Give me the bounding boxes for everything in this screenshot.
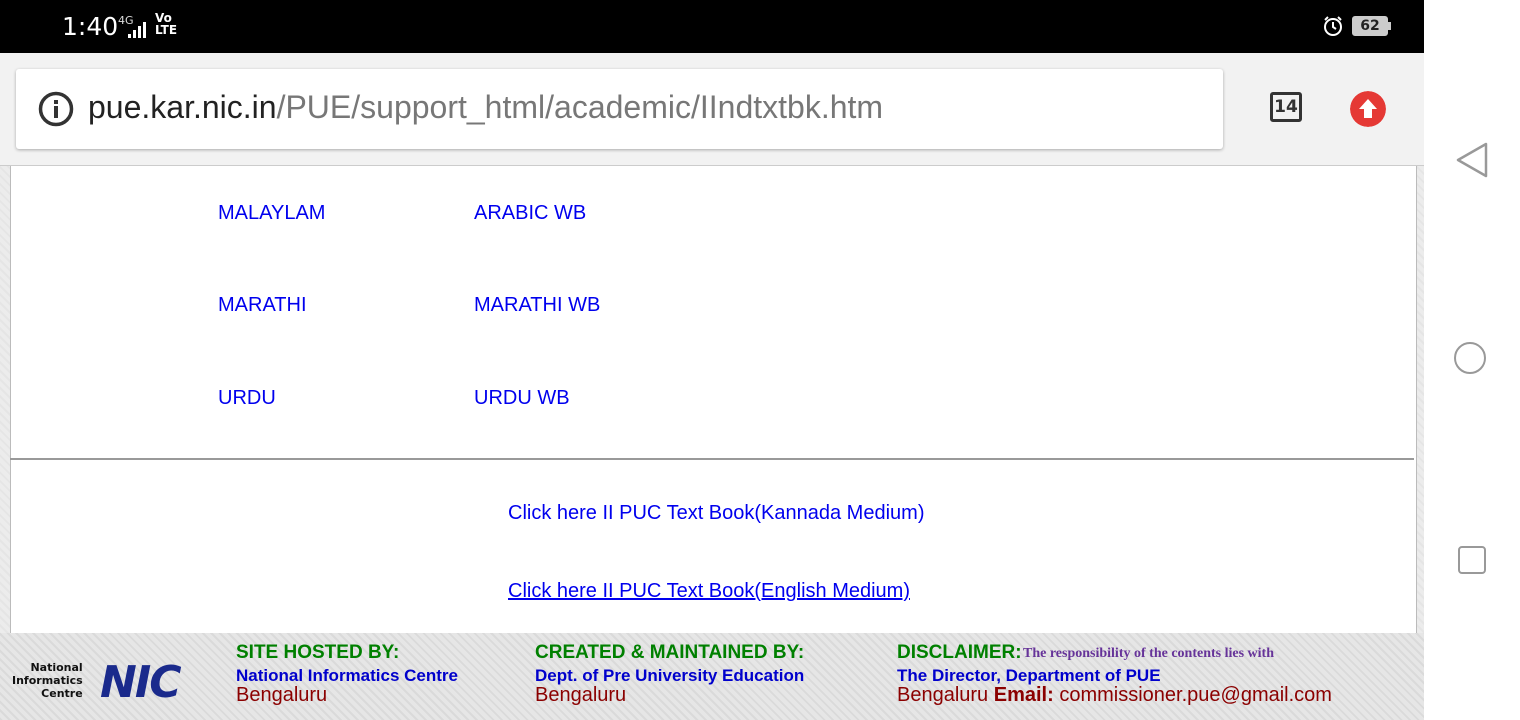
- subject-link-urdu-wb[interactable]: URDU WB: [474, 387, 570, 410]
- tab-switcher-button[interactable]: 14: [1270, 92, 1302, 122]
- web-page: MALAYLAM ARABIC WB MARATHI MARATHI WB UR…: [0, 166, 1424, 720]
- battery-icon: 62: [1352, 16, 1388, 36]
- back-icon[interactable]: [1455, 142, 1489, 178]
- recent-apps-icon[interactable]: [1458, 546, 1486, 574]
- disclaimer-contact: Bengaluru Email: commissioner.pue@gmail.…: [897, 684, 1332, 707]
- created-heading: CREATED & MAINTAINED BY:: [535, 642, 805, 663]
- disclaimer-text: The responsibility of the contents lies …: [1023, 646, 1274, 661]
- email-label: Email:: [993, 684, 1054, 706]
- url-path: /PUE/support_html/academic/IIndtxtbk.htm: [276, 89, 884, 125]
- browser-toolbar: pue.kar.nic.in/PUE/support_html/academic…: [0, 53, 1424, 166]
- volte-indicator: Vo LTE: [155, 11, 178, 37]
- footer: National Informatics Centre NIC SITE HOS…: [0, 633, 1424, 720]
- subject-link-marathi-wb[interactable]: MARATHI WB: [474, 294, 600, 317]
- home-icon[interactable]: [1454, 342, 1486, 374]
- created-city: Bengaluru: [535, 684, 627, 706]
- hosted-heading: SITE HOSTED BY:: [236, 642, 400, 663]
- status-time: 1:40: [62, 12, 119, 41]
- url-text[interactable]: pue.kar.nic.in/PUE/support_html/academic…: [88, 89, 883, 126]
- battery-nub: [1388, 22, 1391, 30]
- divider: [10, 458, 1414, 460]
- subject-link-arabic-wb[interactable]: ARABIC WB: [474, 202, 586, 225]
- status-bar: 1:40 4G Vo LTE 62: [0, 0, 1424, 53]
- created-name: Dept. of Pre University Education: [535, 666, 805, 685]
- subject-link-marathi[interactable]: MARATHI: [218, 294, 307, 317]
- subject-link-urdu[interactable]: URDU: [218, 387, 276, 410]
- disclaimer-heading: DISCLAIMER:: [897, 642, 1022, 663]
- nic-small-line: National: [30, 661, 83, 674]
- url-bar[interactable]: pue.kar.nic.in/PUE/support_html/academic…: [16, 69, 1223, 149]
- email-address[interactable]: commissioner.pue@gmail.com: [1059, 684, 1332, 706]
- url-domain: pue.kar.nic.in: [88, 89, 277, 125]
- nic-text-logo: National Informatics Centre: [12, 661, 83, 700]
- info-icon[interactable]: [38, 91, 74, 127]
- subject-link-malaylam[interactable]: MALAYLAM: [218, 202, 325, 225]
- nic-small-line: Centre: [41, 687, 83, 700]
- kannada-medium-link[interactable]: Click here II PUC Text Book(Kannada Medi…: [508, 502, 924, 525]
- update-arrow-icon[interactable]: [1350, 91, 1386, 127]
- nic-small-line: Informatics: [12, 674, 83, 687]
- nic-logo: NIC: [100, 657, 181, 708]
- disclaimer-city: Bengaluru: [897, 684, 989, 706]
- disclaimer-name: The Director, Department of PUE: [897, 666, 1161, 685]
- hosted-city: Bengaluru: [236, 684, 328, 706]
- hosted-name: National Informatics Centre: [236, 666, 458, 685]
- signal-icon: [128, 20, 148, 38]
- alarm-icon: [1324, 16, 1342, 36]
- english-medium-link[interactable]: Click here II PUC Text Book(English Medi…: [508, 580, 910, 603]
